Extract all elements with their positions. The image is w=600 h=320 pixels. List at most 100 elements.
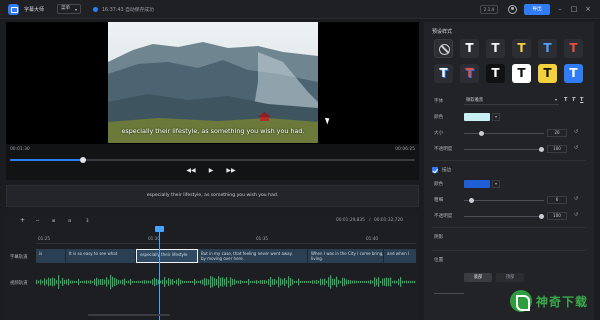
chevron-down-icon[interactable]: ▾ bbox=[492, 180, 500, 188]
reset-icon[interactable]: ↺ bbox=[574, 212, 578, 218]
opacity-input[interactable]: 100 bbox=[547, 145, 567, 153]
subtitle-edit-text[interactable]: especially their lifestyle, as something… bbox=[7, 193, 418, 198]
preset-style-tile[interactable]: T bbox=[460, 39, 479, 58]
font-label: 字体 bbox=[434, 99, 444, 104]
slider-knob[interactable] bbox=[539, 147, 544, 152]
size-slider[interactable] bbox=[464, 131, 544, 136]
waveform-bar bbox=[240, 280, 242, 284]
version-badge: 2.1.4 bbox=[480, 5, 498, 14]
delete-tool-icon[interactable]: ⊟ bbox=[68, 218, 71, 224]
preset-style-tile[interactable]: T bbox=[538, 39, 557, 58]
stroke-opacity-input[interactable]: 100 bbox=[547, 212, 567, 220]
color-label: 颜色 bbox=[434, 115, 444, 120]
stroke-opacity-slider[interactable] bbox=[464, 214, 544, 219]
thickness-slider[interactable] bbox=[464, 198, 544, 203]
preset-style-tile[interactable]: T bbox=[486, 39, 505, 58]
waveform-bar bbox=[324, 278, 326, 286]
underline-icon[interactable]: T bbox=[580, 97, 583, 103]
preset-style-tile[interactable]: T bbox=[538, 64, 557, 83]
clip-text: especially their lifestyle bbox=[140, 252, 188, 257]
waveform-bar bbox=[370, 279, 372, 285]
chevron-down-icon: ▾ bbox=[554, 97, 557, 102]
fast-forward-icon[interactable]: ▶▶ bbox=[226, 166, 236, 176]
waveform-bar bbox=[230, 277, 232, 287]
preset-style-tile[interactable]: T bbox=[460, 64, 479, 83]
waveform-bar bbox=[344, 278, 346, 286]
waveform-bar bbox=[76, 280, 78, 284]
waveform-bar bbox=[320, 278, 322, 286]
thickness-input[interactable]: 6 bbox=[547, 196, 567, 204]
waveform-bar bbox=[322, 279, 324, 285]
preset-style-tile[interactable]: T bbox=[434, 64, 453, 83]
menu-button[interactable]: 菜单 ▾ bbox=[57, 4, 81, 14]
waveform-bar bbox=[188, 280, 190, 284]
play-icon[interactable]: ▶ bbox=[206, 166, 216, 176]
subtitle-clip[interactable]: It is so easy to see what bbox=[66, 249, 136, 263]
waveform-bar bbox=[328, 277, 330, 287]
opacity-slider[interactable] bbox=[464, 147, 544, 152]
progress-knob[interactable] bbox=[79, 157, 86, 163]
minimize-icon[interactable]: – bbox=[555, 4, 565, 14]
rewind-icon[interactable]: ◀◀ bbox=[186, 166, 196, 176]
timeline-ruler[interactable]: 01:25 01:30 01:35 01:40 bbox=[36, 232, 416, 244]
slider-knob[interactable] bbox=[479, 131, 484, 136]
video-player[interactable]: especially their lifestyle, as something… bbox=[6, 22, 419, 144]
bold-icon[interactable]: T bbox=[564, 97, 567, 103]
waveform-bar bbox=[242, 280, 244, 284]
subtitle-clip[interactable]: and when I bbox=[384, 249, 416, 263]
timeline-scrollbar[interactable] bbox=[88, 314, 170, 316]
waveform-bar bbox=[74, 280, 76, 284]
waveform-bar bbox=[50, 278, 52, 286]
divider bbox=[432, 160, 586, 161]
subtitle-clip[interactable]: When I was in the City I come bring, liv… bbox=[308, 249, 384, 263]
slider-knob[interactable] bbox=[468, 198, 474, 203]
waveform-bar bbox=[402, 280, 404, 284]
playhead[interactable] bbox=[159, 228, 160, 320]
export-button[interactable]: 导出 bbox=[524, 4, 550, 15]
waveform-bar bbox=[154, 277, 156, 287]
split-tool-icon[interactable]: ꟷ bbox=[36, 218, 39, 224]
merge-tool-icon[interactable]: ⊞ bbox=[52, 218, 55, 224]
reset-icon[interactable]: ↺ bbox=[574, 145, 578, 151]
slider-knob[interactable] bbox=[539, 214, 544, 219]
font-select[interactable]: 微软雅黑 ▾ bbox=[464, 97, 559, 105]
stroke-color-label: 颜色 bbox=[434, 182, 444, 187]
subtitle-clip[interactable]: is bbox=[36, 249, 66, 263]
position-label: 位置 bbox=[434, 258, 444, 263]
add-icon[interactable]: + bbox=[20, 218, 25, 224]
playback-progress-bar[interactable] bbox=[10, 157, 415, 163]
waveform-bar bbox=[46, 279, 48, 285]
preset-style-tile[interactable]: T bbox=[486, 64, 505, 83]
progress-fill bbox=[10, 159, 83, 161]
italic-icon[interactable]: T bbox=[572, 97, 575, 103]
subtitle-clip-selected[interactable]: especially their lifestyle bbox=[136, 249, 198, 263]
waveform-bar bbox=[62, 278, 64, 286]
preset-style-tile[interactable]: T bbox=[564, 64, 583, 83]
text-color-swatch[interactable] bbox=[464, 113, 490, 121]
subtitle-track-label: 字幕轨道 bbox=[10, 255, 28, 260]
chevron-down-icon[interactable]: ▾ bbox=[492, 113, 500, 121]
reset-icon[interactable]: ↺ bbox=[574, 129, 578, 135]
subtitle-clip[interactable]: But in my case, that feeling never went … bbox=[198, 249, 308, 263]
waveform-bar bbox=[254, 280, 256, 284]
preset-style-tile[interactable]: T bbox=[564, 39, 583, 58]
preset-none-tile[interactable] bbox=[434, 39, 453, 58]
stroke-checkbox[interactable] bbox=[432, 167, 438, 173]
stroke-color-swatch[interactable] bbox=[464, 180, 490, 188]
waveform-bar bbox=[398, 279, 400, 285]
subtitle-track[interactable]: is It is so easy to see what especially … bbox=[36, 249, 416, 263]
preset-style-tile[interactable]: T bbox=[512, 39, 531, 58]
position-tab-top[interactable]: 顶部 bbox=[496, 273, 524, 282]
waveform-bar bbox=[300, 280, 302, 284]
reset-icon[interactable]: ↺ bbox=[574, 196, 578, 202]
user-icon[interactable] bbox=[508, 5, 517, 14]
undo-tool-icon[interactable]: 3 bbox=[86, 218, 89, 224]
position-tab-bottom[interactable]: 底部 bbox=[464, 273, 492, 282]
audio-waveform-track[interactable] bbox=[36, 274, 416, 290]
close-icon[interactable]: × bbox=[583, 4, 593, 14]
position-slider[interactable] bbox=[434, 293, 464, 294]
size-input[interactable]: 20 bbox=[547, 129, 567, 137]
subtitle-edit-strip[interactable]: especially their lifestyle, as something… bbox=[6, 185, 419, 207]
maximize-icon[interactable]: □ bbox=[569, 4, 579, 14]
preset-style-tile[interactable]: T bbox=[512, 64, 531, 83]
